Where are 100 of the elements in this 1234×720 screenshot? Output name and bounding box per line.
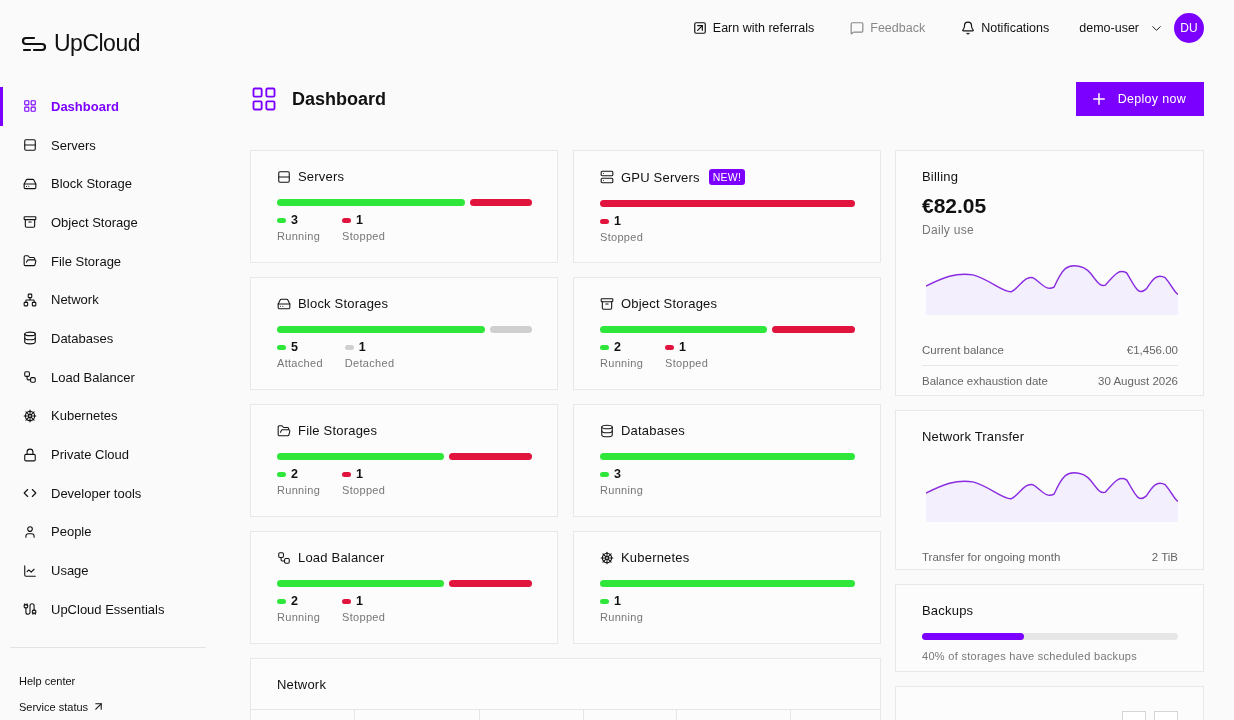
card-title: Servers — [298, 169, 345, 184]
status-label: Running — [277, 611, 321, 623]
header-link[interactable]: Earn with referrals — [692, 21, 815, 35]
sidebar-item[interactable]: Network — [0, 280, 218, 320]
status-count: 1 — [358, 340, 366, 354]
archive-icon — [600, 296, 614, 311]
row-value: 2 TiB — [1151, 551, 1178, 563]
external-link-icon — [692, 21, 707, 35]
sidebar-item[interactable]: Dashboard — [0, 87, 218, 126]
resource-card[interactable]: Block Storages 5 Attached 1 Detached — [250, 277, 558, 390]
chat-icon — [850, 21, 865, 35]
user-avatar[interactable]: DU — [1174, 13, 1204, 43]
card-title: Backups — [922, 603, 974, 618]
resource-card[interactable]: Object Storages 2 Running 1 Stopped — [573, 277, 881, 390]
card-title: GPU Servers — [621, 169, 700, 185]
archive-icon — [23, 215, 37, 230]
server-icon — [23, 138, 37, 153]
sidebar-item[interactable]: UpCloud Essentials — [0, 589, 218, 629]
sidebar-item[interactable]: Servers — [0, 125, 218, 165]
sidebar-item[interactable]: Object Storage — [0, 203, 218, 242]
logo-icon — [20, 34, 48, 53]
status-label: Stopped — [600, 231, 644, 243]
wheel-icon — [23, 408, 37, 423]
status-label: Running — [600, 611, 644, 623]
drive-icon — [277, 296, 291, 311]
billing-caption: Daily use — [922, 223, 976, 237]
status-count: 1 — [679, 340, 687, 354]
card-title: File Storages — [298, 423, 378, 438]
sidebar-item[interactable]: Kubernetes — [0, 396, 218, 436]
server-icon — [277, 169, 291, 184]
new-badge: NEW! — [708, 169, 745, 185]
row-label: Current balance — [922, 344, 1004, 356]
wheel-icon — [600, 550, 614, 565]
network-icon — [23, 292, 37, 307]
line-chart-icon — [23, 563, 37, 578]
status-count: 1 — [356, 467, 364, 481]
backups-caption: 40% of storages have scheduled backups — [922, 650, 1138, 662]
drive-icon — [23, 176, 37, 191]
status-label: Running — [600, 357, 644, 369]
row-label: Transfer for ongoing month — [922, 551, 1061, 563]
page-title: Dashboard — [292, 88, 387, 110]
person-icon — [23, 524, 37, 539]
deploy-button[interactable]: Deploy now — [1075, 82, 1204, 116]
status-count: 2 — [614, 340, 621, 354]
user-menu[interactable]: demo-user — [1079, 21, 1139, 35]
footer-link[interactable]: Help center — [0, 667, 76, 694]
status-label: Detached — [344, 357, 395, 369]
status-count: 5 — [291, 340, 298, 354]
resource-card[interactable]: Kubernetes 1 Running — [573, 531, 881, 644]
card-title: Network Transfer — [922, 429, 1025, 444]
row-value: €1,456.00 — [1126, 344, 1178, 356]
row-value: 30 August 2026 — [1098, 375, 1178, 387]
brand-name: UpCloud — [54, 30, 140, 57]
status-label: Stopped — [342, 484, 386, 496]
row-label: Balance exhaustion date — [922, 375, 1048, 387]
status-label: Stopped — [342, 611, 386, 623]
folder-icon — [23, 254, 37, 269]
status-count: 2 — [291, 594, 298, 608]
status-label: Running — [277, 230, 321, 242]
resource-card[interactable]: GPU Servers NEW! 1 Stopped — [573, 150, 881, 263]
status-label: Running — [277, 484, 321, 496]
resource-card[interactable]: Databases 3 Running — [573, 404, 881, 517]
header-link[interactable]: Notifications — [961, 21, 1050, 35]
resource-card[interactable]: File Storages 2 Running 1 Stopped — [250, 404, 558, 517]
sidebar-item[interactable]: File Storage — [0, 241, 218, 281]
status-count: 1 — [356, 594, 364, 608]
billing-amount: €82.05 — [922, 194, 988, 218]
card-title: Billing — [922, 169, 959, 184]
cable-icon — [23, 602, 37, 617]
status-count: 3 — [614, 467, 621, 481]
sidebar-item[interactable]: Private Cloud — [0, 435, 218, 474]
status-label: Running — [600, 484, 644, 496]
sidebar-item[interactable]: Block Storage — [0, 164, 218, 204]
status-count: 1 — [614, 594, 621, 608]
database-icon — [23, 331, 37, 346]
sidebar-item[interactable]: Developer tools — [0, 473, 218, 513]
status-count: 3 — [291, 213, 298, 227]
grid-icon — [23, 99, 37, 114]
resource-card[interactable]: Servers 3 Running 1 Stopped — [250, 150, 558, 263]
card-title: Databases — [621, 423, 685, 438]
card-title: Load Balancer — [298, 550, 385, 565]
status-label: Stopped — [342, 230, 386, 242]
card-title: Block Storages — [298, 296, 389, 311]
resource-card[interactable]: Load Balancer 2 Running 1 Stopped — [250, 531, 558, 644]
folder-icon — [277, 423, 291, 438]
footer-link[interactable]: Service status — [0, 693, 106, 720]
grid-icon — [250, 85, 278, 113]
status-count: 1 — [356, 213, 364, 227]
card-title: Network — [277, 677, 327, 692]
sidebar-item[interactable]: People — [0, 512, 218, 552]
lock-icon — [23, 447, 37, 462]
status-count: 1 — [614, 214, 621, 228]
database-icon — [600, 423, 614, 438]
status-count: 2 — [291, 467, 298, 481]
sidebar-item[interactable]: Databases — [0, 319, 218, 358]
status-label: Stopped — [665, 357, 709, 369]
bell-icon — [961, 21, 976, 35]
sidebar-item[interactable]: Load Balancer — [0, 357, 218, 397]
sidebar-item[interactable]: Usage — [0, 551, 218, 590]
gpu-server-icon — [600, 170, 614, 184]
